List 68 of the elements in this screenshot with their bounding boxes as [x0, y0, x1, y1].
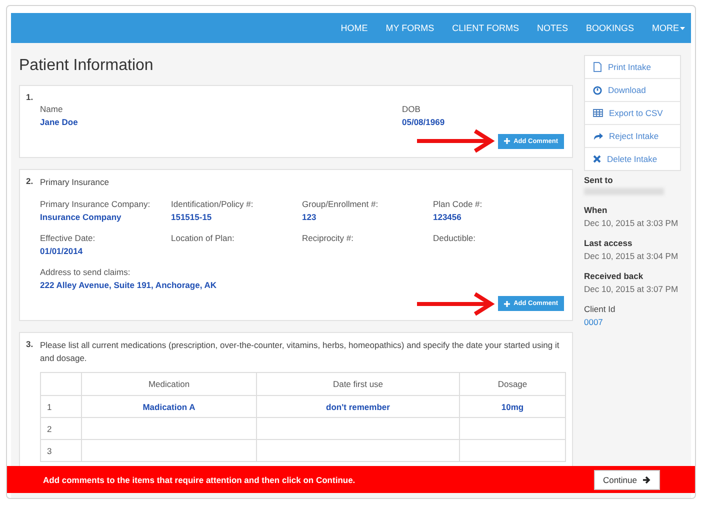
question-text: Primary Insurance: [40, 176, 109, 189]
page-title: Patient Information: [19, 57, 154, 75]
info-label: Received back: [584, 271, 644, 281]
field-label: Deductible:: [433, 232, 477, 243]
action-link[interactable]: Delete Intake: [585, 148, 680, 170]
field-value: Insurance Company: [40, 212, 122, 222]
plus-icon: [504, 300, 510, 307]
field-label: Reciprocity #:: [302, 232, 354, 243]
table-cell: 3: [40, 440, 82, 462]
nav-link[interactable]: MY FORMS: [386, 23, 434, 33]
field-label: DOB: [402, 104, 422, 114]
share-icon: [593, 132, 603, 140]
nav-link[interactable]: CLIENT FORMS: [452, 23, 519, 33]
info-label: Client Id: [584, 304, 616, 314]
info-value: Dec 10, 2015 at 3:03 PM: [584, 218, 680, 228]
table-icon: [593, 109, 603, 117]
field-value: 123: [302, 212, 318, 222]
action-link[interactable]: Reject Intake: [585, 125, 680, 148]
table-cell: 10mg: [460, 396, 566, 418]
field-value: 151515-15: [171, 212, 213, 222]
field-value: 123456: [433, 212, 462, 222]
table-cell: Madication A: [82, 396, 256, 418]
field-label: Location of Plan:: [171, 232, 236, 243]
arrow-icon: [414, 129, 495, 153]
question-number: 1.: [26, 92, 32, 102]
field-value: Jane Doe: [40, 117, 79, 127]
info-value: Dec 10, 2015 at 3:04 PM: [584, 251, 680, 261]
table-cell: 1: [40, 396, 82, 418]
field-value: 222 Alley Avenue, Suite 191, Anchorage, AK: [40, 280, 218, 290]
field-value: 05/08/1969: [402, 117, 446, 127]
field-label: Identification/Policy #:: [171, 198, 254, 209]
close-icon: [593, 155, 601, 163]
nav-link[interactable]: BOOKINGS: [586, 23, 634, 33]
caret-icon: [680, 26, 685, 30]
nav-dropdown[interactable]: MORE: [652, 23, 685, 33]
table-header: [40, 372, 82, 396]
field-label: Effective Date:: [40, 232, 96, 243]
info-label: Last access: [584, 238, 634, 248]
arrow-icon: [414, 292, 495, 316]
question-number: 2.: [26, 176, 32, 188]
question-number: 3.: [26, 338, 32, 351]
continue-button[interactable]: Continue: [594, 470, 660, 490]
table-header: Dosage: [460, 372, 566, 396]
info-value: Dec 10, 2015 at 3:07 PM: [584, 284, 680, 294]
field-label: Group/Enrollment #:: [302, 198, 380, 209]
action-link[interactable]: Export to CSV: [585, 102, 680, 125]
table-cell: don't remember: [256, 396, 460, 418]
table-header: Medication: [82, 372, 256, 396]
table-header: Date first use: [256, 372, 460, 396]
field-label: Name: [40, 104, 64, 114]
table-cell: 2: [40, 418, 82, 440]
info-label: When: [584, 205, 608, 215]
document-icon: [593, 62, 602, 72]
field-label: Primary Insurance Company:: [40, 198, 152, 209]
client-id-link[interactable]: 0007: [584, 317, 681, 327]
field-label: Plan Code #:: [433, 198, 484, 209]
info-label: Sent to: [584, 175, 614, 185]
field-label: Address to send claims:: [40, 266, 132, 277]
notice-text: Add comments to the items that require attention and then click on Continue.: [43, 474, 356, 484]
plus-icon: [504, 138, 510, 144]
clock-icon: [593, 86, 602, 94]
nav-link[interactable]: HOME: [340, 23, 368, 33]
arrow-icon: [643, 476, 651, 484]
field-value: 01/01/2014: [40, 246, 84, 256]
action-link[interactable]: Download: [585, 79, 680, 102]
nav-link[interactable]: NOTES: [536, 23, 568, 33]
action-link[interactable]: Print Intake: [585, 56, 680, 79]
question-text: Please list all current medications (prescription, over-the-counter, vitamins, herbs, homeopathics) and specify the date your started using it and dosage.: [40, 338, 560, 364]
